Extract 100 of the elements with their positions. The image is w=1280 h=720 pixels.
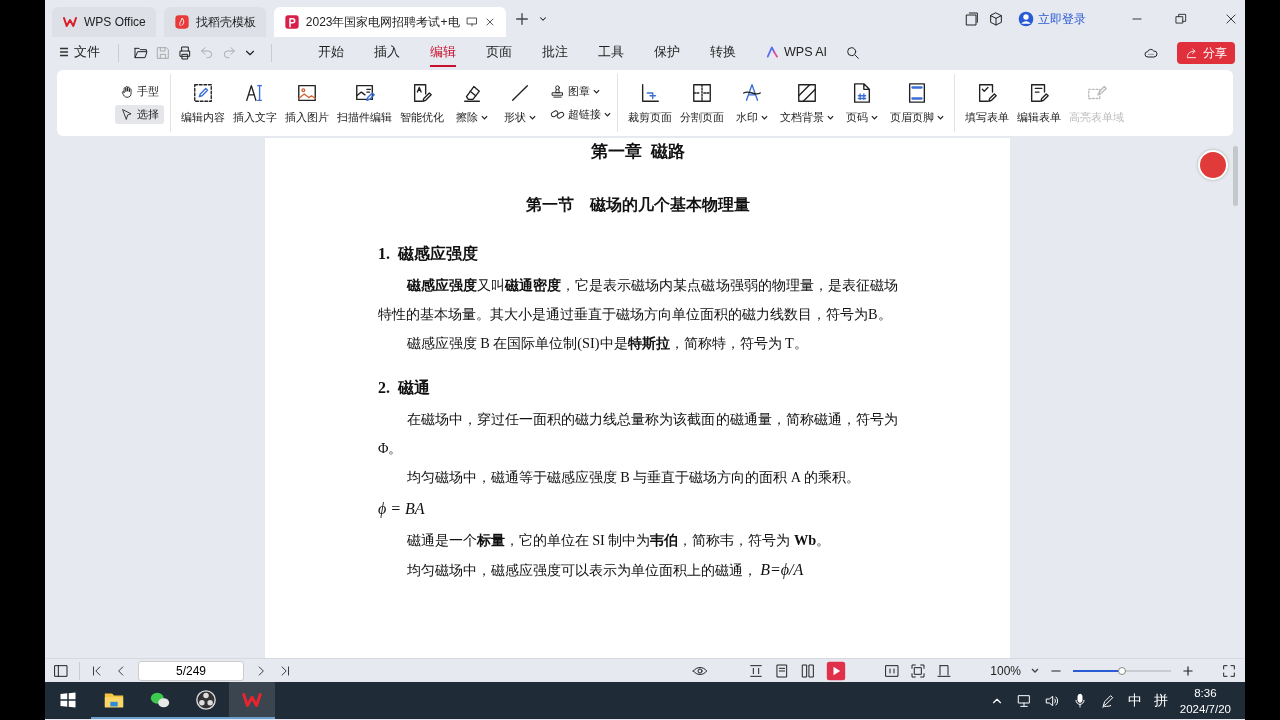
document-tab[interactable]: 找稻壳模板: [163, 7, 266, 37]
restore-icon[interactable]: [1174, 12, 1188, 26]
search-icon[interactable]: [845, 45, 862, 61]
toolbar-button[interactable]: 扫描件编辑: [333, 81, 396, 125]
fit-width-icon[interactable]: [936, 662, 953, 679]
toolbar-button[interactable]: 编辑表单: [1013, 81, 1065, 125]
pencil-frame-icon: [192, 81, 214, 104]
document-tab[interactable]: 2023年国家电网招聘考试+电: [273, 7, 506, 37]
file-menu[interactable]: 文件: [59, 39, 100, 67]
chevron-down-icon[interactable]: [537, 14, 548, 24]
toolbar-button[interactable]: 形状: [496, 81, 544, 125]
toolbar-button[interactable]: 页眉页脚: [886, 81, 948, 125]
toolbar-button[interactable]: 文档背景: [776, 81, 838, 125]
mode-button[interactable]: 选择: [115, 105, 164, 124]
ribbon-tab[interactable]: 插入: [374, 39, 400, 67]
fit-page-icon[interactable]: [884, 662, 901, 679]
fit-screen-icon[interactable]: [910, 662, 927, 679]
wps-logo-icon: [62, 14, 78, 30]
zoom-in-icon[interactable]: [1181, 663, 1195, 678]
paragraph: 在磁场中，穿过任一面积的磁力线总量称为该截面的磁通量，简称磁通，符号为Φ。: [378, 410, 898, 458]
windows-icon: [59, 690, 77, 709]
toolbar-button[interactable]: 填写表单: [961, 81, 1013, 125]
open-folder-icon[interactable]: [133, 45, 149, 61]
cube-icon[interactable]: [988, 11, 1004, 27]
hatched-page-icon: [796, 81, 818, 104]
heading: 2. 磁通: [378, 378, 431, 398]
paragraph: 均匀磁场中，磁通等于磁感应强度 B 与垂直于磁场方向的面积 A 的乘积。: [405, 468, 861, 487]
monitor-icon: [465, 16, 478, 28]
flame-icon: [173, 14, 190, 30]
avatar-icon: [1018, 11, 1034, 27]
menu-icon: [59, 47, 69, 57]
ai-logo-icon: [766, 45, 780, 59]
windows-stack-icon[interactable]: [964, 11, 980, 27]
toolbar-button[interactable]: 裁剪页面: [624, 81, 676, 125]
share-icon: [1185, 46, 1199, 60]
scrollbar-thumb[interactable]: [1233, 146, 1238, 206]
page-field[interactable]: 5/249: [138, 660, 244, 681]
pdf-icon: [283, 14, 300, 30]
section-title: 第一节 磁场的几个基本物理量: [525, 195, 751, 215]
network-icon[interactable]: [1015, 692, 1032, 709]
ai-tab[interactable]: WPS AI: [766, 41, 828, 65]
toolbar-button[interactable]: 插入图片: [281, 81, 333, 125]
toolbar-button[interactable]: 编辑内容: [177, 81, 229, 125]
print-icon[interactable]: [177, 45, 193, 61]
stamp-icon: [550, 84, 565, 99]
toolbar-button[interactable]: 分割页面: [676, 81, 728, 125]
heading: 1. 磁感应强度: [378, 244, 479, 264]
form-pen-icon: [1028, 81, 1050, 104]
zoom-level[interactable]: 100%: [990, 663, 1021, 678]
caret-icon[interactable]: [1031, 668, 1039, 673]
toolbar-button[interactable]: 图章: [550, 84, 611, 99]
cursor-icon: [120, 107, 134, 122]
login-link[interactable]: 立即登录: [1012, 9, 1092, 29]
toolbar-button[interactable]: 智能优化: [396, 81, 448, 125]
sidebar-icon[interactable]: [53, 662, 69, 679]
share-button[interactable]: 分享: [1177, 42, 1235, 64]
toolbar-button[interactable]: 水印: [728, 81, 776, 125]
hand-icon: [120, 84, 134, 99]
toolbar-button[interactable]: 页码: [838, 81, 886, 125]
paragraph: 磁感应强度 B 在国际单位制(SI)中是特斯拉，简称特，符号为 T。: [405, 334, 809, 353]
plus-icon: [513, 11, 530, 27]
floating-button[interactable]: [1198, 150, 1228, 180]
play-icon[interactable]: [826, 660, 847, 681]
ribbon-tab[interactable]: 转换: [710, 39, 736, 67]
ribbon-tab[interactable]: 工具: [598, 39, 624, 67]
document-tab[interactable]: WPS Office: [52, 7, 156, 37]
ribbon-tab[interactable]: 页面: [486, 39, 512, 67]
ribbon-tab[interactable]: 保护: [654, 39, 680, 67]
paragraph: 磁感应强度又叫磁通密度，它是表示磁场内某点磁场强弱的物理量，是表征磁场特性的基本场量。其大小是通过垂直于磁场方向单位面积的磁力线数目，符号为B。: [378, 276, 898, 324]
crop-icon: [639, 81, 661, 104]
form-pen-icon: [976, 81, 998, 104]
ribbon-tab[interactable]: 开始: [318, 39, 344, 67]
clock-date[interactable]: 2024/7/20: [1179, 700, 1231, 717]
toolbar-button[interactable]: 超链接: [550, 107, 611, 122]
fit-height-icon[interactable]: [748, 662, 765, 679]
pen-icon[interactable]: [1099, 692, 1116, 709]
close-icon[interactable]: [1224, 12, 1238, 26]
zoom-slider[interactable]: [1073, 669, 1171, 672]
paragraph: 均匀磁场中，磁感应强度可以表示为单位面积上的磁通， B=ϕ/A: [405, 560, 805, 581]
mode-button[interactable]: 手型: [115, 82, 164, 101]
paragraph: 磁通是一个标量，它的单位在 SI 制中为韦伯，简称韦，符号为 Wb。: [405, 531, 832, 550]
pen-document-icon: [411, 81, 433, 104]
formula: ϕ = BA: [378, 499, 426, 520]
fullscreen-icon[interactable]: [1221, 662, 1237, 679]
input-method[interactable]: 中: [1127, 691, 1142, 710]
ribbon-tab[interactable]: 批注: [542, 39, 568, 67]
watermark-icon: [741, 81, 763, 104]
header-footer-icon: [906, 81, 928, 104]
input-mode[interactable]: 拼: [1153, 691, 1168, 710]
link-icon: [550, 107, 565, 122]
two-columns-icon[interactable]: [800, 662, 817, 679]
split-page-icon: [691, 81, 713, 104]
ribbon-tab[interactable]: 编辑: [430, 39, 456, 67]
toolbar-button[interactable]: 擦除: [448, 81, 496, 125]
record-circle-icon: [195, 688, 217, 711]
new-tab-button[interactable]: [513, 11, 530, 27]
page-number-icon: [851, 81, 873, 104]
clock-time[interactable]: 8:36: [1194, 684, 1217, 701]
chapter-title: 第一章 磁路: [590, 141, 686, 163]
toolbar-button[interactable]: 插入文字: [229, 81, 281, 125]
